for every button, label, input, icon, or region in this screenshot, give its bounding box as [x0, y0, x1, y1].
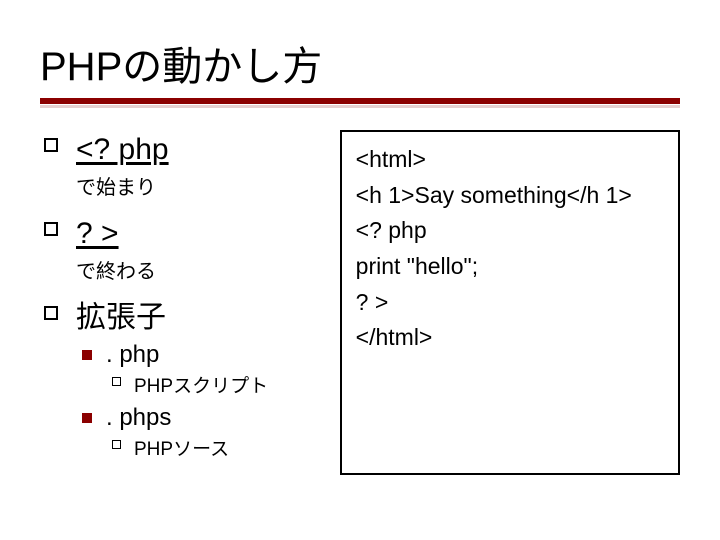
- bullet-sub-text: PHPスクリプト: [134, 376, 268, 397]
- bullet-sub-text: PHPソース: [134, 439, 229, 460]
- slide-body: <? php で始まり ? > で終わる 拡張子 . php PHPスク: [40, 130, 680, 475]
- bullet-sub-head: . php: [106, 341, 330, 369]
- bullet-ext-php: . php PHPスクリプト: [76, 341, 330, 398]
- code-line: <html>: [356, 142, 664, 178]
- bullet-close-tag: ? > で終わる: [40, 214, 330, 284]
- code-line: </html>: [356, 320, 664, 356]
- code-line: print "hello";: [356, 249, 664, 285]
- title-block: PHPの動かし方: [40, 34, 680, 108]
- bullet-sub: で始まり: [76, 171, 330, 200]
- bullet-extension: 拡張子 . php PHPスクリプト . phps: [40, 298, 330, 461]
- bullet-head: 拡張子: [76, 298, 330, 337]
- bullet-sub-head: . phps: [106, 404, 330, 432]
- bullet-ext-phps-desc: PHPソース: [106, 434, 330, 461]
- code-line: ? >: [356, 285, 664, 321]
- title-rule: [40, 98, 680, 108]
- code-line: <? php: [356, 213, 664, 249]
- bullet-head: ? >: [76, 214, 330, 253]
- bullet-sub: で終わる: [76, 255, 330, 284]
- left-column: <? php で始まり ? > で終わる 拡張子 . php PHPスク: [40, 130, 340, 475]
- code-line: <h 1>Say something</h 1>: [356, 178, 664, 214]
- bullet-ext-php-desc: PHPスクリプト: [106, 371, 330, 398]
- code-box: <html> <h 1>Say something</h 1> <? php p…: [340, 130, 680, 475]
- bullet-ext-phps: . phps PHPソース: [76, 404, 330, 461]
- bullet-head: <? php: [76, 130, 330, 169]
- slide: PHPの動かし方 <? php で始まり ? > で終わる 拡張子: [0, 0, 720, 540]
- bullet-open-tag: <? php で始まり: [40, 130, 330, 200]
- slide-title: PHPの動かし方: [40, 34, 680, 92]
